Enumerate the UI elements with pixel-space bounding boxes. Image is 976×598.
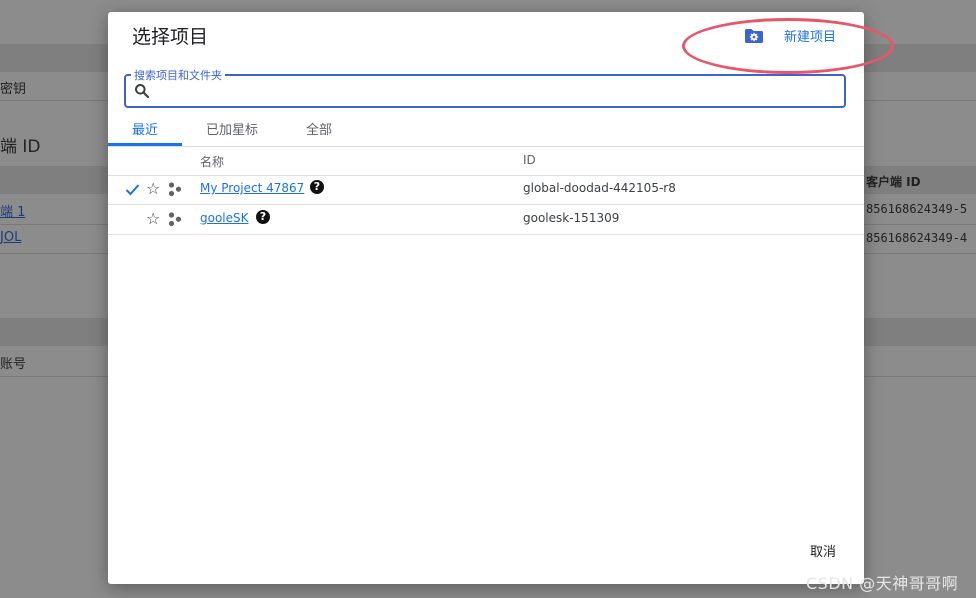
watermark: CSDN @天神哥哥啊 (806, 574, 959, 593)
bg-client-value-1: 856168624349-5 (866, 202, 968, 216)
tab-recent[interactable]: 最近 (132, 119, 158, 138)
bg-client-value-2: 856168624349-4 (866, 231, 968, 245)
new-project-label: 新建项目 (784, 30, 837, 45)
column-header-name: 名称 (200, 155, 225, 169)
help-circle-icon[interactable]: ? (256, 210, 270, 224)
column-header-id: ID (523, 153, 536, 167)
bg-key-label: 密钥 (0, 82, 27, 97)
project-tabs: 最近 已加星标 全部 (108, 112, 864, 147)
folder-gear-icon (745, 28, 763, 43)
bg-account-label: 账号 (0, 357, 27, 372)
dialog-title: 选择项目 (132, 26, 209, 48)
bg-client-link-2: JOL (0, 230, 22, 245)
search-input[interactable] (156, 80, 840, 106)
project-name-link[interactable]: gooleSK (200, 211, 249, 225)
project-id: global-doodad-442105-r8 (523, 181, 676, 195)
table-row[interactable]: ☆ My Project 47867 ? global-doodad-44210… (108, 175, 864, 205)
checkmark-icon (125, 184, 140, 196)
table-header: 名称 ID (108, 146, 864, 176)
table-row[interactable]: ☆ gooleSK ? goolesk-151309 (108, 205, 864, 235)
new-project-button[interactable]: 新建项目 (744, 26, 836, 45)
bg-client-id-column: 客户端 ID (866, 175, 921, 189)
tab-all[interactable]: 全部 (306, 119, 332, 138)
bg-client-link-1: 端 1 (0, 205, 26, 220)
tab-starred[interactable]: 已加星标 (206, 119, 258, 138)
org-icon (168, 212, 182, 227)
org-icon (168, 182, 182, 197)
star-outline-icon[interactable]: ☆ (146, 210, 160, 228)
bg-client-id-heading: 端 ID (0, 137, 41, 157)
project-name-link[interactable]: My Project 47867 (200, 181, 304, 195)
search-field[interactable]: 搜索项目和文件夹 (124, 67, 846, 108)
project-id: goolesk-151309 (523, 211, 620, 225)
help-circle-icon[interactable]: ? (310, 180, 324, 194)
select-project-dialog: 选择项目 新建项目 搜索项目和文件夹 最近 已加星标 全部 名称 ID ☆ My… (108, 12, 894, 584)
search-icon (135, 84, 150, 99)
star-outline-icon[interactable]: ☆ (146, 180, 160, 198)
cancel-button[interactable]: 取消 (810, 541, 836, 560)
